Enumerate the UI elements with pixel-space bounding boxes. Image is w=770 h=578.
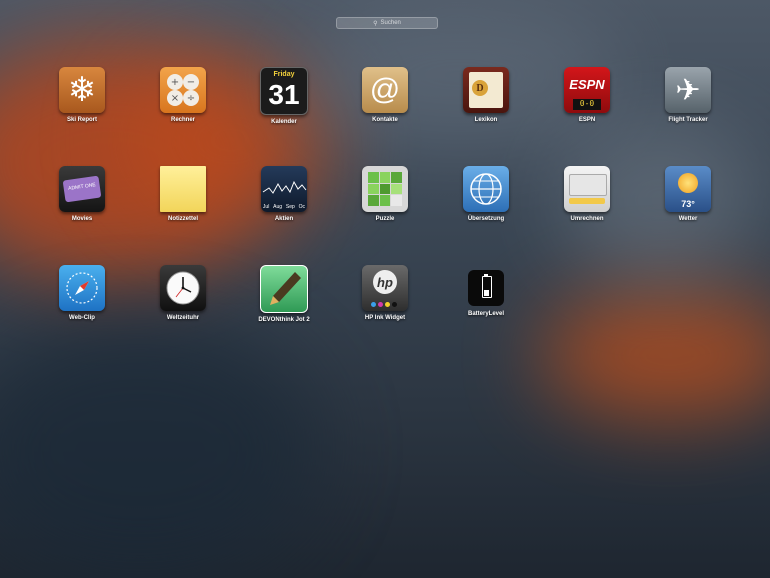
app-label: BatteryLevel: [467, 311, 505, 317]
app-uebersetzung[interactable]: Übersetzung: [446, 166, 526, 222]
app-label: Web-Clip: [69, 315, 95, 321]
app-label: Movies: [71, 216, 93, 222]
app-label: Puzzle: [375, 216, 395, 222]
app-label: HP Ink Widget: [364, 315, 406, 321]
espn-brand: ESPN: [569, 77, 605, 92]
app-kalender[interactable]: Friday 31 Kalender: [244, 67, 324, 125]
puzzle-icon: [362, 166, 408, 212]
app-label: Aktien: [274, 216, 294, 222]
calendar-day-number: 31: [268, 79, 300, 110]
sticky-note-icon: [160, 166, 206, 212]
clock-icon: [160, 265, 206, 311]
app-aktien[interactable]: Jul Aug Sep Oc Aktien: [244, 166, 324, 222]
hp-logo-icon: hp: [362, 265, 408, 311]
month-label: Aug: [273, 204, 283, 210]
stock-chart-icon: Jul Aug Sep Oc: [261, 166, 307, 212]
svg-text:+: +: [171, 77, 179, 88]
app-label: ESPN: [578, 117, 596, 123]
search-icon: ⚲: [373, 20, 378, 27]
app-devonthink-jot[interactable]: DEVONthink Jot 2: [244, 265, 324, 323]
app-ski-report[interactable]: ❄ Ski Report: [42, 67, 122, 123]
keyboard-icon: [564, 166, 610, 212]
app-hp-ink-widget[interactable]: hp HP Ink Widget: [345, 265, 425, 321]
app-label: Umrechnen: [570, 216, 604, 222]
app-kontakte[interactable]: @ Kontakte: [345, 67, 425, 123]
app-label: Kontakte: [372, 117, 398, 123]
temperature-label: 73°: [681, 199, 695, 209]
svg-text:÷: ÷: [187, 93, 195, 104]
globe-icon: [463, 166, 509, 212]
espn-icon: ESPN 0-0: [564, 67, 610, 113]
svg-text:×: ×: [171, 93, 179, 104]
weather-sun-icon: 73°: [665, 166, 711, 212]
app-flight-tracker[interactable]: ✈ Flight Tracker: [648, 67, 728, 123]
espn-score: 0-0: [573, 99, 601, 110]
app-puzzle[interactable]: Puzzle: [345, 166, 425, 222]
month-label: Oc: [298, 204, 306, 210]
pen-icon: [260, 265, 308, 313]
app-label: Flight Tracker: [668, 117, 708, 123]
at-sign-icon: @: [362, 67, 408, 113]
airplane-icon: ✈: [665, 67, 711, 113]
calendar-day-name: Friday: [273, 71, 295, 78]
app-label: Kalender: [271, 119, 297, 125]
app-movies[interactable]: ADMIT ONE Movies: [42, 166, 122, 222]
app-notizzettel[interactable]: Notizzettel: [143, 166, 223, 222]
app-label: Ski Report: [66, 117, 97, 123]
app-rechner[interactable]: + − × ÷ Rechner: [143, 67, 223, 123]
battery-icon: [468, 270, 504, 306]
app-label: Weltzeituhr: [166, 315, 200, 321]
app-label: Rechner: [170, 117, 195, 123]
app-batterylevel[interactable]: BatteryLevel: [446, 265, 526, 317]
calendar-icon: Friday 31: [260, 67, 308, 115]
compass-icon: [59, 265, 105, 311]
app-wetter[interactable]: 73° Wetter: [648, 166, 728, 222]
search-field[interactable]: ⚲ Suchen: [336, 17, 438, 29]
app-label: Übersetzung: [467, 216, 505, 222]
calculator-icon: + − × ÷: [160, 67, 206, 113]
month-label: Sep: [285, 204, 295, 210]
search-placeholder: Suchen: [380, 20, 401, 26]
app-umrechnen[interactable]: Umrechnen: [547, 166, 627, 222]
ticket-icon: ADMIT ONE: [59, 166, 105, 212]
app-label: Notizzettel: [168, 216, 198, 222]
app-lexikon[interactable]: D Lexikon: [446, 67, 526, 123]
dictionary-icon: D: [463, 67, 509, 113]
month-label: Jul: [262, 204, 270, 210]
svg-text:−: −: [187, 77, 195, 88]
app-label: Lexikon: [474, 117, 498, 123]
app-espn[interactable]: ESPN 0-0 ESPN: [547, 67, 627, 123]
app-label: DEVONthink Jot 2: [258, 317, 310, 323]
snowflake-icon: ❄: [59, 67, 105, 113]
app-label: Wetter: [678, 216, 698, 222]
app-web-clip[interactable]: Web-Clip: [42, 265, 122, 321]
app-weltzeituhr[interactable]: Weltzeituhr: [143, 265, 223, 321]
